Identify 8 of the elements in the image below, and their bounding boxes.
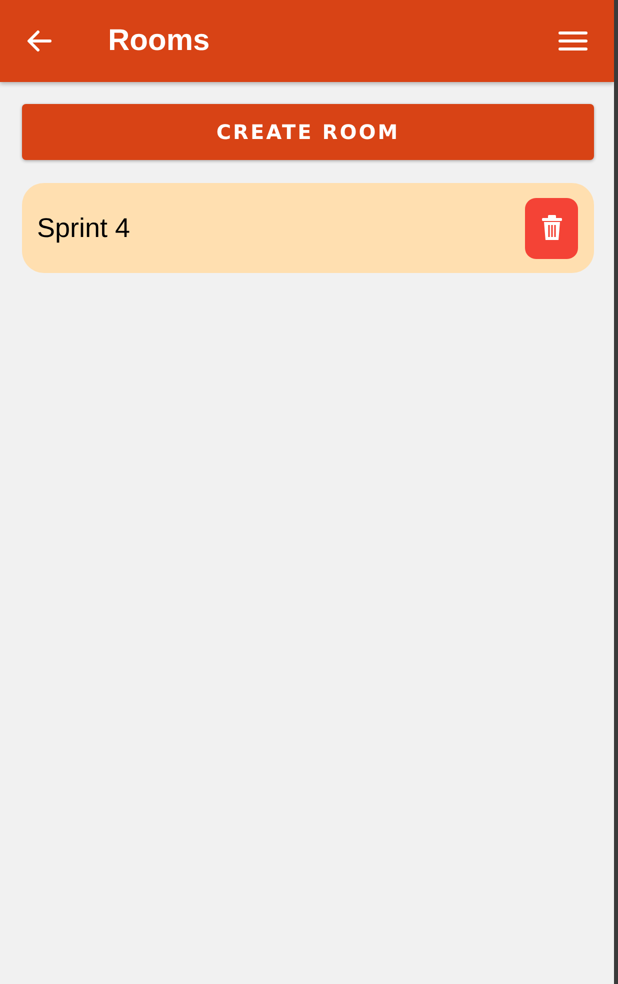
delete-button[interactable] (525, 198, 578, 258)
create-room-button[interactable]: CREATE ROOM (22, 104, 594, 160)
room-name: Sprint 4 (37, 212, 130, 244)
menu-icon[interactable] (558, 30, 588, 52)
room-card[interactable]: Sprint 4 (22, 183, 594, 273)
back-icon[interactable] (26, 30, 52, 52)
trash-icon (540, 215, 562, 241)
page-title: Rooms (108, 24, 211, 58)
